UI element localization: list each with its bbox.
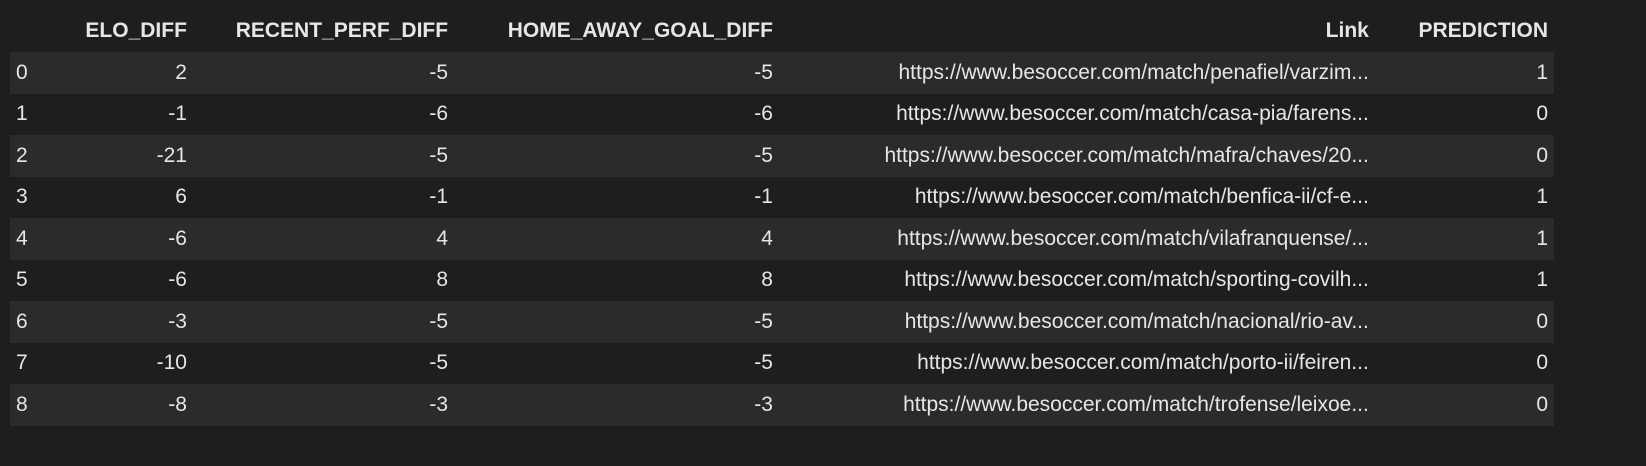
cell-prediction: 0: [1374, 135, 1554, 177]
cell-home-away-goal-diff: -5: [454, 342, 779, 384]
cell-recent-perf-diff: -5: [192, 52, 455, 94]
row-index: 2: [10, 135, 58, 177]
cell-link: https://www.besoccer.com/match/sporting-…: [778, 259, 1375, 301]
cell-recent-perf-diff: -6: [192, 93, 455, 135]
cell-prediction: 0: [1374, 93, 1554, 135]
column-header-link: Link: [778, 10, 1375, 52]
cell-recent-perf-diff: -3: [192, 384, 455, 426]
row-index: 7: [10, 342, 58, 384]
table-row: 8 -8 -3 -3 https://www.besoccer.com/matc…: [10, 384, 1554, 426]
table-row: 6 -3 -5 -5 https://www.besoccer.com/matc…: [10, 301, 1554, 343]
row-index: 0: [10, 52, 58, 94]
row-index: 1: [10, 93, 58, 135]
table-row: 2 -21 -5 -5 https://www.besoccer.com/mat…: [10, 135, 1554, 177]
cell-prediction: 0: [1374, 342, 1554, 384]
cell-elo-diff: -10: [57, 342, 193, 384]
cell-prediction: 0: [1374, 301, 1554, 343]
cell-home-away-goal-diff: -6: [454, 93, 779, 135]
cell-home-away-goal-diff: -5: [454, 52, 779, 94]
cell-elo-diff: -6: [57, 259, 193, 301]
row-index: 8: [10, 384, 58, 426]
cell-elo-diff: -3: [57, 301, 193, 343]
table-row: 0 2 -5 -5 https://www.besoccer.com/match…: [10, 52, 1554, 94]
header-row: ELO_DIFF RECENT_PERF_DIFF HOME_AWAY_GOAL…: [10, 10, 1554, 52]
column-header-prediction: PREDICTION: [1374, 10, 1554, 52]
cell-link: https://www.besoccer.com/match/porto-ii/…: [778, 342, 1375, 384]
cell-prediction: 0: [1374, 384, 1554, 426]
cell-elo-diff: -8: [57, 384, 193, 426]
cell-home-away-goal-diff: -3: [454, 384, 779, 426]
dataframe-table: ELO_DIFF RECENT_PERF_DIFF HOME_AWAY_GOAL…: [10, 10, 1554, 426]
cell-prediction: 1: [1374, 176, 1554, 218]
cell-prediction: 1: [1374, 218, 1554, 260]
cell-elo-diff: -6: [57, 218, 193, 260]
row-index: 3: [10, 176, 58, 218]
cell-link: https://www.besoccer.com/match/benfica-i…: [778, 176, 1375, 218]
cell-home-away-goal-diff: 4: [454, 218, 779, 260]
cell-home-away-goal-diff: -5: [454, 301, 779, 343]
cell-elo-diff: 2: [57, 52, 193, 94]
cell-recent-perf-diff: 4: [192, 218, 455, 260]
cell-prediction: 1: [1374, 52, 1554, 94]
cell-recent-perf-diff: -5: [192, 135, 455, 177]
cell-elo-diff: -1: [57, 93, 193, 135]
cell-link: https://www.besoccer.com/match/vilafranq…: [778, 218, 1375, 260]
dataframe-output: ELO_DIFF RECENT_PERF_DIFF HOME_AWAY_GOAL…: [10, 10, 1554, 426]
table-row: 4 -6 4 4 https://www.besoccer.com/match/…: [10, 218, 1554, 260]
table-row: 7 -10 -5 -5 https://www.besoccer.com/mat…: [10, 342, 1554, 384]
table-row: 1 -1 -6 -6 https://www.besoccer.com/matc…: [10, 93, 1554, 135]
cell-link: https://www.besoccer.com/match/trofense/…: [778, 384, 1375, 426]
cell-link: https://www.besoccer.com/match/casa-pia/…: [778, 93, 1375, 135]
cell-home-away-goal-diff: 8: [454, 259, 779, 301]
row-index: 5: [10, 259, 58, 301]
cell-recent-perf-diff: -5: [192, 301, 455, 343]
index-header: [10, 10, 58, 52]
cell-prediction: 1: [1374, 259, 1554, 301]
row-index: 4: [10, 218, 58, 260]
cell-recent-perf-diff: -5: [192, 342, 455, 384]
cell-elo-diff: 6: [57, 176, 193, 218]
cell-home-away-goal-diff: -1: [454, 176, 779, 218]
cell-home-away-goal-diff: -5: [454, 135, 779, 177]
cell-recent-perf-diff: -1: [192, 176, 455, 218]
cell-link: https://www.besoccer.com/match/nacional/…: [778, 301, 1375, 343]
row-index: 6: [10, 301, 58, 343]
table-row: 3 6 -1 -1 https://www.besoccer.com/match…: [10, 176, 1554, 218]
column-header-home-away-goal-diff: HOME_AWAY_GOAL_DIFF: [454, 10, 779, 52]
column-header-recent-perf-diff: RECENT_PERF_DIFF: [192, 10, 455, 52]
cell-recent-perf-diff: 8: [192, 259, 455, 301]
column-header-elo-diff: ELO_DIFF: [57, 10, 193, 52]
cell-link: https://www.besoccer.com/match/mafra/cha…: [778, 135, 1375, 177]
table-row: 5 -6 8 8 https://www.besoccer.com/match/…: [10, 259, 1554, 301]
cell-elo-diff: -21: [57, 135, 193, 177]
cell-link: https://www.besoccer.com/match/penafiel/…: [778, 52, 1375, 94]
